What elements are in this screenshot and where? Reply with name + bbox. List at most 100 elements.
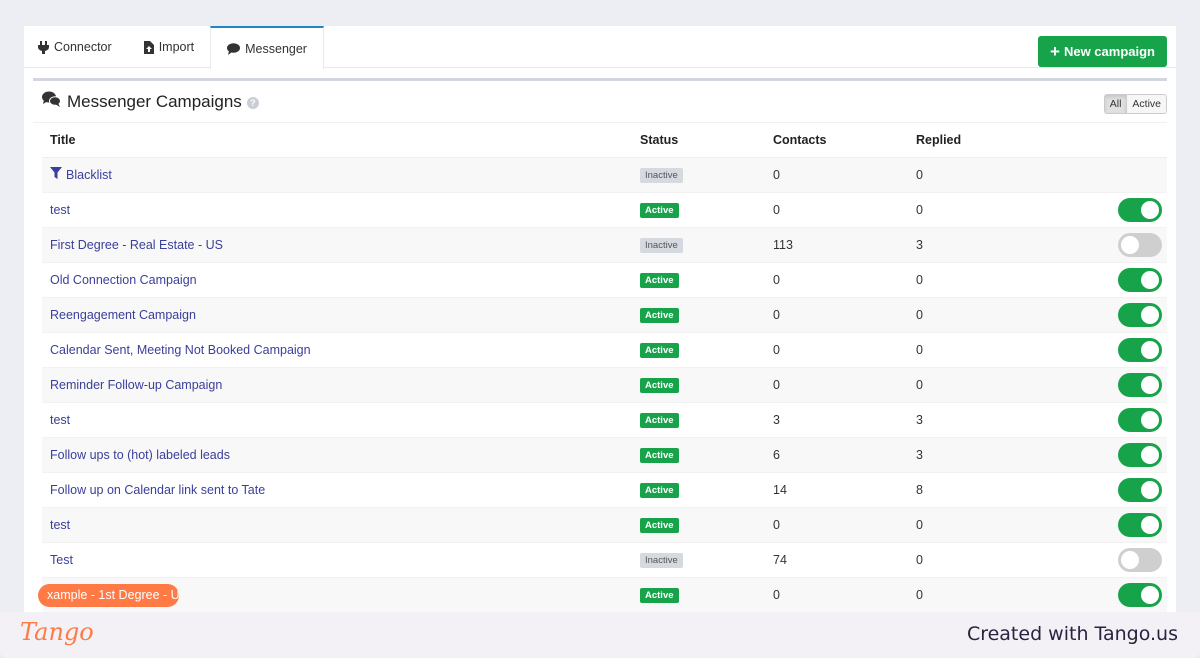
campaign-title-text: test: [50, 517, 71, 532]
toggle-knob: [1141, 270, 1159, 289]
new-campaign-button[interactable]: + New campaign: [1038, 36, 1167, 67]
column-header-replied[interactable]: Replied: [908, 123, 1058, 158]
toggle-knob: [1121, 550, 1139, 569]
cell-status: Active: [632, 261, 765, 297]
cell-status: Inactive: [632, 541, 765, 577]
campaign-title-text: Test: [50, 552, 73, 567]
campaign-title-link[interactable]: Follow up on Calendar link sent to Tate: [50, 483, 265, 497]
cell-toggle: [1058, 541, 1167, 577]
campaign-title-text: Blacklist: [66, 167, 112, 182]
column-header-toggle: [1058, 123, 1167, 158]
status-badge: Active: [640, 377, 679, 393]
campaign-title-link[interactable]: test: [50, 203, 70, 217]
toggle-knob: [1141, 340, 1159, 359]
cell-status: Active: [632, 576, 765, 612]
campaign-active-toggle[interactable]: [1118, 547, 1162, 572]
cell-contacts: 0: [765, 191, 908, 227]
filter-all-button[interactable]: All: [1104, 95, 1128, 113]
cell-status: Active: [632, 401, 765, 437]
status-badge: Inactive: [640, 552, 683, 568]
status-badge: Active: [640, 587, 679, 603]
campaign-title-link[interactable]: Follow ups to (hot) labeled leads: [50, 448, 230, 462]
cell-status: Active: [632, 436, 765, 472]
cell-title: Test: [42, 541, 632, 577]
cell-toggle: [1058, 261, 1167, 297]
campaign-title-link[interactable]: Reengagement Campaign: [50, 308, 196, 322]
campaign-title-link[interactable]: First Degree - Real Estate - US: [50, 238, 223, 252]
campaign-active-toggle[interactable]: [1118, 232, 1162, 257]
toggle-knob: [1141, 515, 1159, 534]
created-with-text: Created with Tango.us: [966, 623, 1178, 645]
cell-replied: 0: [908, 191, 1058, 227]
campaign-active-toggle[interactable]: [1118, 582, 1162, 607]
cell-replied: 3: [908, 226, 1058, 262]
cell-replied: 0: [908, 296, 1058, 332]
cell-contacts: 0: [765, 296, 908, 332]
tab-connector[interactable]: Connector: [24, 26, 128, 68]
campaign-title-link[interactable]: xample - 1st Degree - U: [47, 588, 180, 602]
status-badge: Active: [640, 412, 679, 428]
cell-title: First Degree - Real Estate - US: [42, 226, 632, 262]
cell-toggle: [1058, 156, 1167, 192]
campaign-title-text: First Degree - Real Estate - US: [50, 237, 223, 252]
tab-messenger[interactable]: Messenger: [210, 26, 324, 69]
campaign-title-link[interactable]: Reminder Follow-up Campaign: [50, 378, 222, 392]
campaign-active-toggle[interactable]: [1118, 337, 1162, 362]
campaign-title-text: Follow ups to (hot) labeled leads: [50, 447, 230, 462]
plug-icon: [38, 40, 49, 54]
column-header-contacts[interactable]: Contacts: [765, 123, 908, 158]
cell-contacts: 3: [765, 401, 908, 437]
campaign-title-link[interactable]: Calendar Sent, Meeting Not Booked Campai…: [50, 343, 311, 357]
campaign-title-link[interactable]: Test: [50, 553, 73, 567]
cell-status: Inactive: [632, 156, 765, 192]
file-import-icon: [143, 40, 154, 54]
toggle-knob: [1141, 410, 1159, 429]
cell-title: Old Connection Campaign: [42, 261, 632, 297]
campaign-active-toggle[interactable]: [1118, 197, 1162, 222]
page-background: Connector Import Messenger + New campaig…: [0, 0, 1200, 658]
toggle-knob: [1141, 445, 1159, 464]
campaign-active-toggle[interactable]: [1118, 442, 1162, 467]
cell-toggle: [1058, 296, 1167, 332]
campaign-title-link[interactable]: Old Connection Campaign: [50, 273, 197, 287]
tango-logo: Tango: [20, 618, 94, 646]
cell-contacts: 14: [765, 471, 908, 507]
campaign-title-text: test: [50, 412, 71, 427]
status-badge: Active: [640, 482, 679, 498]
cell-contacts: 0: [765, 506, 908, 542]
toggle-knob: [1141, 200, 1159, 219]
status-badge: Active: [640, 447, 679, 463]
cell-contacts: 113: [765, 226, 908, 262]
cell-toggle: [1058, 506, 1167, 542]
cell-contacts: 74: [765, 541, 908, 577]
campaign-active-toggle[interactable]: [1118, 512, 1162, 537]
tab-import[interactable]: Import: [128, 26, 210, 68]
cell-toggle: [1058, 436, 1167, 472]
campaign-title-link[interactable]: Blacklist: [50, 167, 112, 182]
cell-contacts: 0: [765, 576, 908, 612]
filter-active-button[interactable]: Active: [1127, 95, 1166, 113]
campaign-active-toggle[interactable]: [1118, 267, 1162, 292]
status-badge: Active: [640, 272, 679, 288]
cell-replied: 3: [908, 436, 1058, 472]
campaign-active-toggle[interactable]: [1118, 407, 1162, 432]
status-filter-group: All Active: [1103, 94, 1167, 114]
campaign-title-link[interactable]: test: [50, 413, 70, 427]
cell-replied: 0: [908, 576, 1058, 612]
toggle-knob: [1141, 375, 1159, 394]
table-row: test Active 0 0: [42, 191, 1167, 227]
campaigns-table: Title Status Contacts Replied Blacklist I…: [38, 123, 1167, 612]
campaign-active-toggle[interactable]: [1118, 372, 1162, 397]
table-row: xample - 1st Degree - U Active 0 0: [38, 576, 1167, 612]
campaign-active-toggle[interactable]: [1118, 302, 1162, 327]
table-row: Calendar Sent, Meeting Not Booked Campai…: [42, 331, 1167, 367]
table-row: Blacklist Inactive 0 0: [42, 156, 1167, 192]
column-header-title[interactable]: Title: [42, 123, 632, 158]
cell-status: Active: [632, 331, 765, 367]
help-icon[interactable]: ?: [246, 97, 259, 109]
column-header-status[interactable]: Status: [632, 123, 765, 158]
status-badge: Inactive: [640, 237, 683, 253]
campaign-title-link[interactable]: test: [50, 518, 70, 532]
campaign-active-toggle[interactable]: [1118, 477, 1162, 502]
cell-replied: 0: [908, 261, 1058, 297]
